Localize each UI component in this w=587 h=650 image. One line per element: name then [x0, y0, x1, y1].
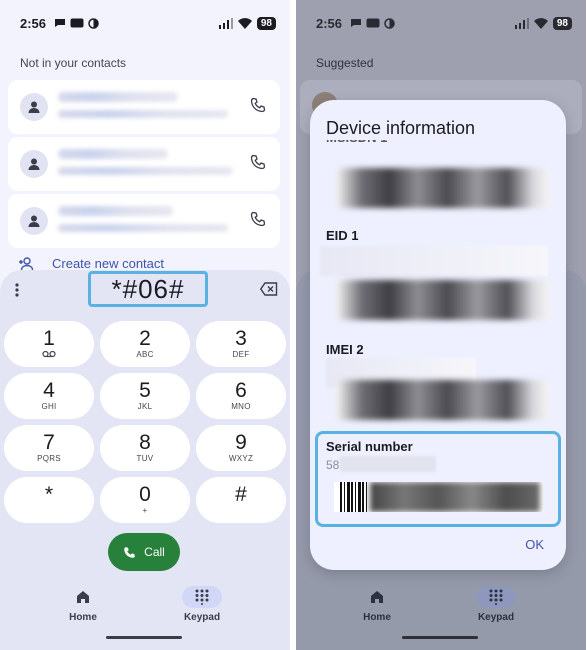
add-person-icon [19, 256, 34, 270]
redacted-text [58, 149, 168, 159]
contact-list [8, 80, 280, 251]
wifi-icon [237, 17, 252, 29]
dial-key-0[interactable]: 0 + [100, 477, 190, 523]
signal-icon [514, 17, 529, 29]
bottom-navigation: Home Keypad [296, 586, 586, 626]
redacted-value [336, 280, 550, 320]
redacted-text [58, 92, 178, 102]
nav-keypad[interactable]: Keypad [466, 586, 526, 623]
signal-icon [218, 17, 233, 29]
bottom-navigation: Home Keypad [0, 586, 290, 626]
dial-key-3[interactable]: 3 DEF [196, 321, 286, 367]
wifi-icon [533, 17, 548, 29]
device-info-dialog: Device information MSISDN 1 EID 1 IMEI 2… [310, 100, 566, 570]
ok-button[interactable]: OK [525, 537, 544, 552]
dial-key-1[interactable]: 1 [4, 321, 94, 367]
circle-notification-icon [88, 17, 99, 29]
status-bar: 2:56 98 [316, 14, 572, 32]
redacted-value [320, 246, 548, 276]
nav-home-label: Home [69, 612, 97, 623]
person-icon [20, 93, 48, 121]
call-label: Call [144, 545, 165, 559]
create-contact-label: Create new contact [52, 256, 165, 271]
battery-indicator: 98 [552, 16, 572, 30]
dial-key-6[interactable]: 6 MNO [196, 373, 286, 419]
chat-notification-icon [55, 19, 66, 27]
section-label: Not in your contacts [20, 56, 127, 70]
serial-barcode [334, 482, 544, 512]
nav-home-label: Home [363, 612, 391, 623]
nav-home[interactable]: Home [347, 586, 407, 623]
redacted-text [58, 206, 173, 216]
dial-key-8[interactable]: 8 TUV [100, 425, 190, 471]
dial-key-5[interactable]: 5 JKL [100, 373, 190, 419]
create-contact-row[interactable]: Create new contact [18, 256, 164, 271]
keypad: 1 2 ABC 3 DEF 4 GHI 5 JKL 6 MNO 7 PQRS 8 TUV 9W… [4, 321, 286, 523]
phone-icon[interactable] [250, 97, 266, 113]
redacted-text [58, 224, 228, 232]
more-options-icon[interactable] [14, 282, 20, 298]
call-button[interactable]: Call [108, 533, 180, 571]
phone-icon [124, 546, 135, 558]
dial-key-9[interactable]: 9 WXYZ [196, 425, 286, 471]
nav-keypad[interactable]: Keypad [172, 586, 232, 623]
gesture-handle [402, 636, 478, 639]
nav-keypad-label: Keypad [183, 612, 221, 623]
dialer-screen: 2:56 98 Not in your contacts Create new … [0, 0, 290, 650]
voicemail-icon [42, 350, 56, 360]
list-item[interactable] [8, 194, 280, 248]
phone-icon[interactable] [250, 154, 266, 170]
redacted-value [336, 380, 550, 420]
status-bar: 2:56 98 [20, 14, 276, 32]
phone-icon[interactable] [250, 211, 266, 227]
eid-label: EID 1 [326, 228, 359, 243]
circle-notification-icon [384, 17, 395, 29]
person-icon [20, 150, 48, 178]
redacted-text [58, 110, 228, 118]
redacted-text [58, 167, 233, 175]
battery-indicator: 98 [256, 16, 276, 30]
status-time: 2:56 [20, 15, 47, 31]
person-icon [20, 207, 48, 235]
home-icon [371, 591, 383, 603]
dial-key-hash[interactable]: # [196, 477, 286, 523]
redacted-value [336, 168, 550, 208]
nav-home[interactable]: Home [53, 586, 113, 623]
serial-label: Serial number [326, 439, 413, 454]
dial-key-7[interactable]: 7 PQRS [4, 425, 94, 471]
list-item[interactable] [8, 80, 280, 134]
dialpad-icon [195, 589, 209, 605]
dial-key-star[interactable]: * [4, 477, 94, 523]
nav-keypad-label: Keypad [477, 612, 515, 623]
dialpad-icon [489, 589, 503, 605]
serial-prefix: 58 [326, 458, 340, 472]
dialog-title: Device information [326, 118, 476, 138]
dial-key-4[interactable]: 4 GHI [4, 373, 94, 419]
section-label: Suggested [316, 56, 374, 70]
app-notification-icon [366, 18, 380, 28]
redacted-value [340, 456, 436, 472]
status-time: 2:56 [316, 15, 343, 31]
dial-input[interactable]: *#06# [88, 271, 208, 307]
gesture-handle [106, 636, 182, 639]
home-icon [77, 591, 89, 603]
backspace-icon[interactable] [260, 282, 278, 296]
app-notification-icon [70, 18, 84, 28]
chat-notification-icon [351, 19, 362, 27]
imei-label: IMEI 2 [326, 342, 364, 357]
dial-key-2[interactable]: 2 ABC [100, 321, 190, 367]
list-item[interactable] [8, 137, 280, 191]
